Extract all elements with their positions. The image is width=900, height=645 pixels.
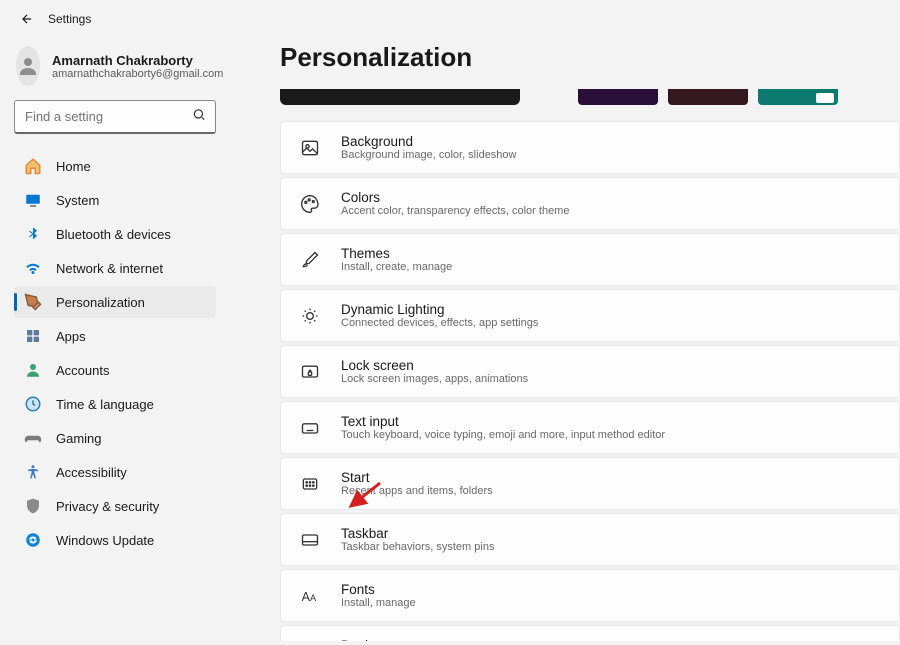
sidebar-item-personalization[interactable]: Personalization [14, 286, 216, 318]
settings-item-desc: Taskbar behaviors, system pins [341, 541, 494, 553]
palette-icon [299, 193, 321, 215]
home-icon [24, 157, 42, 175]
shield-icon [24, 497, 42, 515]
sidebar-item-network[interactable]: Network & internet [14, 252, 216, 284]
sidebar-item-system[interactable]: System [14, 184, 216, 216]
settings-item-title: Start [341, 470, 493, 485]
system-icon [24, 191, 42, 209]
sidebar-item-label: Accounts [56, 363, 109, 378]
sidebar-item-accessibility[interactable]: Accessibility [14, 456, 216, 488]
sidebar-item-label: Apps [56, 329, 86, 344]
lighting-icon [299, 305, 321, 327]
theme-preview-small[interactable] [668, 89, 748, 105]
settings-item-title: Dynamic Lighting [341, 302, 538, 317]
accounts-icon [24, 361, 42, 379]
settings-item-desc: Touch keyboard, voice typing, emoji and … [341, 429, 665, 441]
sidebar-item-label: Home [56, 159, 91, 174]
keyboard-icon [299, 417, 321, 439]
sidebar-item-windows-update[interactable]: Windows Update [14, 524, 216, 556]
avatar [16, 46, 40, 86]
settings-item-title: Background [341, 134, 516, 149]
settings-item-desc: Recent apps and items, folders [341, 485, 493, 497]
sidebar-item-label: Personalization [56, 295, 145, 310]
update-icon [24, 531, 42, 549]
wifi-icon [24, 259, 42, 277]
sidebar-item-apps[interactable]: Apps [14, 320, 216, 352]
start-icon [299, 473, 321, 495]
settings-item-desc: Install, manage [341, 597, 416, 609]
search-icon [192, 108, 206, 127]
theme-preview-large[interactable] [280, 89, 520, 105]
settings-item-desc: Background image, color, slideshow [341, 149, 516, 161]
apps-icon [24, 327, 42, 345]
settings-item-background[interactable]: BackgroundBackground image, color, slide… [280, 121, 900, 174]
fonts-icon: AA [299, 585, 321, 607]
gaming-icon [24, 429, 42, 447]
sidebar-item-label: Privacy & security [56, 499, 159, 514]
title-bar: Settings [0, 0, 900, 38]
settings-item-device-usage[interactable]: Device usageSelect all the ways you plan… [280, 625, 900, 641]
settings-item-themes[interactable]: ThemesInstall, create, manage [280, 233, 900, 286]
sidebar-item-accounts[interactable]: Accounts [14, 354, 216, 386]
settings-item-taskbar[interactable]: TaskbarTaskbar behaviors, system pins [280, 513, 900, 566]
settings-item-title: Taskbar [341, 526, 494, 541]
theme-preview-small[interactable] [758, 89, 838, 105]
sidebar-item-home[interactable]: Home [14, 150, 216, 182]
settings-item-fonts[interactable]: AA FontsInstall, manage [280, 569, 900, 622]
settings-item-title: Device usage [341, 638, 881, 641]
settings-item-title: Themes [341, 246, 452, 261]
main-content: Personalization BackgroundBackground ima… [230, 38, 900, 641]
sidebar-item-time-language[interactable]: Time & language [14, 388, 216, 420]
svg-text:A: A [310, 593, 317, 603]
sidebar-item-label: System [56, 193, 99, 208]
search-input[interactable] [14, 100, 216, 134]
personalization-icon [24, 293, 42, 311]
settings-item-desc: Install, create, manage [341, 261, 452, 273]
sidebar-item-bluetooth[interactable]: Bluetooth & devices [14, 218, 216, 250]
bluetooth-icon [24, 225, 42, 243]
settings-list: BackgroundBackground image, color, slide… [280, 121, 900, 641]
sidebar-item-label: Time & language [56, 397, 154, 412]
profile-block[interactable]: Amarnath Chakraborty amarnathchakraborty… [16, 46, 216, 86]
page-title: Personalization [280, 42, 900, 73]
sidebar-item-gaming[interactable]: Gaming [14, 422, 216, 454]
back-button[interactable] [20, 12, 34, 26]
settings-item-title: Text input [341, 414, 665, 429]
theme-preview-small[interactable] [578, 89, 658, 105]
theme-thumbnails [280, 89, 900, 105]
settings-item-colors[interactable]: ColorsAccent color, transparency effects… [280, 177, 900, 230]
sidebar-item-label: Windows Update [56, 533, 154, 548]
accessibility-icon [24, 463, 42, 481]
sidebar-item-privacy[interactable]: Privacy & security [14, 490, 216, 522]
clock-globe-icon [24, 395, 42, 413]
settings-item-text-input[interactable]: Text inputTouch keyboard, voice typing, … [280, 401, 900, 454]
taskbar-icon [299, 529, 321, 551]
profile-email: amarnathchakraborty6@gmail.com [52, 68, 223, 80]
settings-item-title: Lock screen [341, 358, 528, 373]
sidebar-item-label: Bluetooth & devices [56, 227, 171, 242]
settings-item-desc: Lock screen images, apps, animations [341, 373, 528, 385]
settings-item-title: Colors [341, 190, 569, 205]
brush-icon [299, 249, 321, 271]
nav-list: Home System Bluetooth & devices Network … [14, 150, 216, 556]
settings-item-lock-screen[interactable]: Lock screenLock screen images, apps, ani… [280, 345, 900, 398]
app-title: Settings [48, 12, 91, 26]
background-icon [299, 137, 321, 159]
settings-item-desc: Accent color, transparency effects, colo… [341, 205, 569, 217]
sidebar-item-label: Accessibility [56, 465, 127, 480]
lock-screen-icon [299, 361, 321, 383]
profile-name: Amarnath Chakraborty [52, 53, 223, 68]
sidebar: Amarnath Chakraborty amarnathchakraborty… [0, 38, 230, 641]
settings-item-dynamic-lighting[interactable]: Dynamic LightingConnected devices, effec… [280, 289, 900, 342]
sidebar-item-label: Network & internet [56, 261, 163, 276]
search-wrapper [14, 100, 216, 134]
settings-item-title: Fonts [341, 582, 416, 597]
sidebar-item-label: Gaming [56, 431, 102, 446]
settings-item-start[interactable]: StartRecent apps and items, folders [280, 457, 900, 510]
settings-item-desc: Connected devices, effects, app settings [341, 317, 538, 329]
